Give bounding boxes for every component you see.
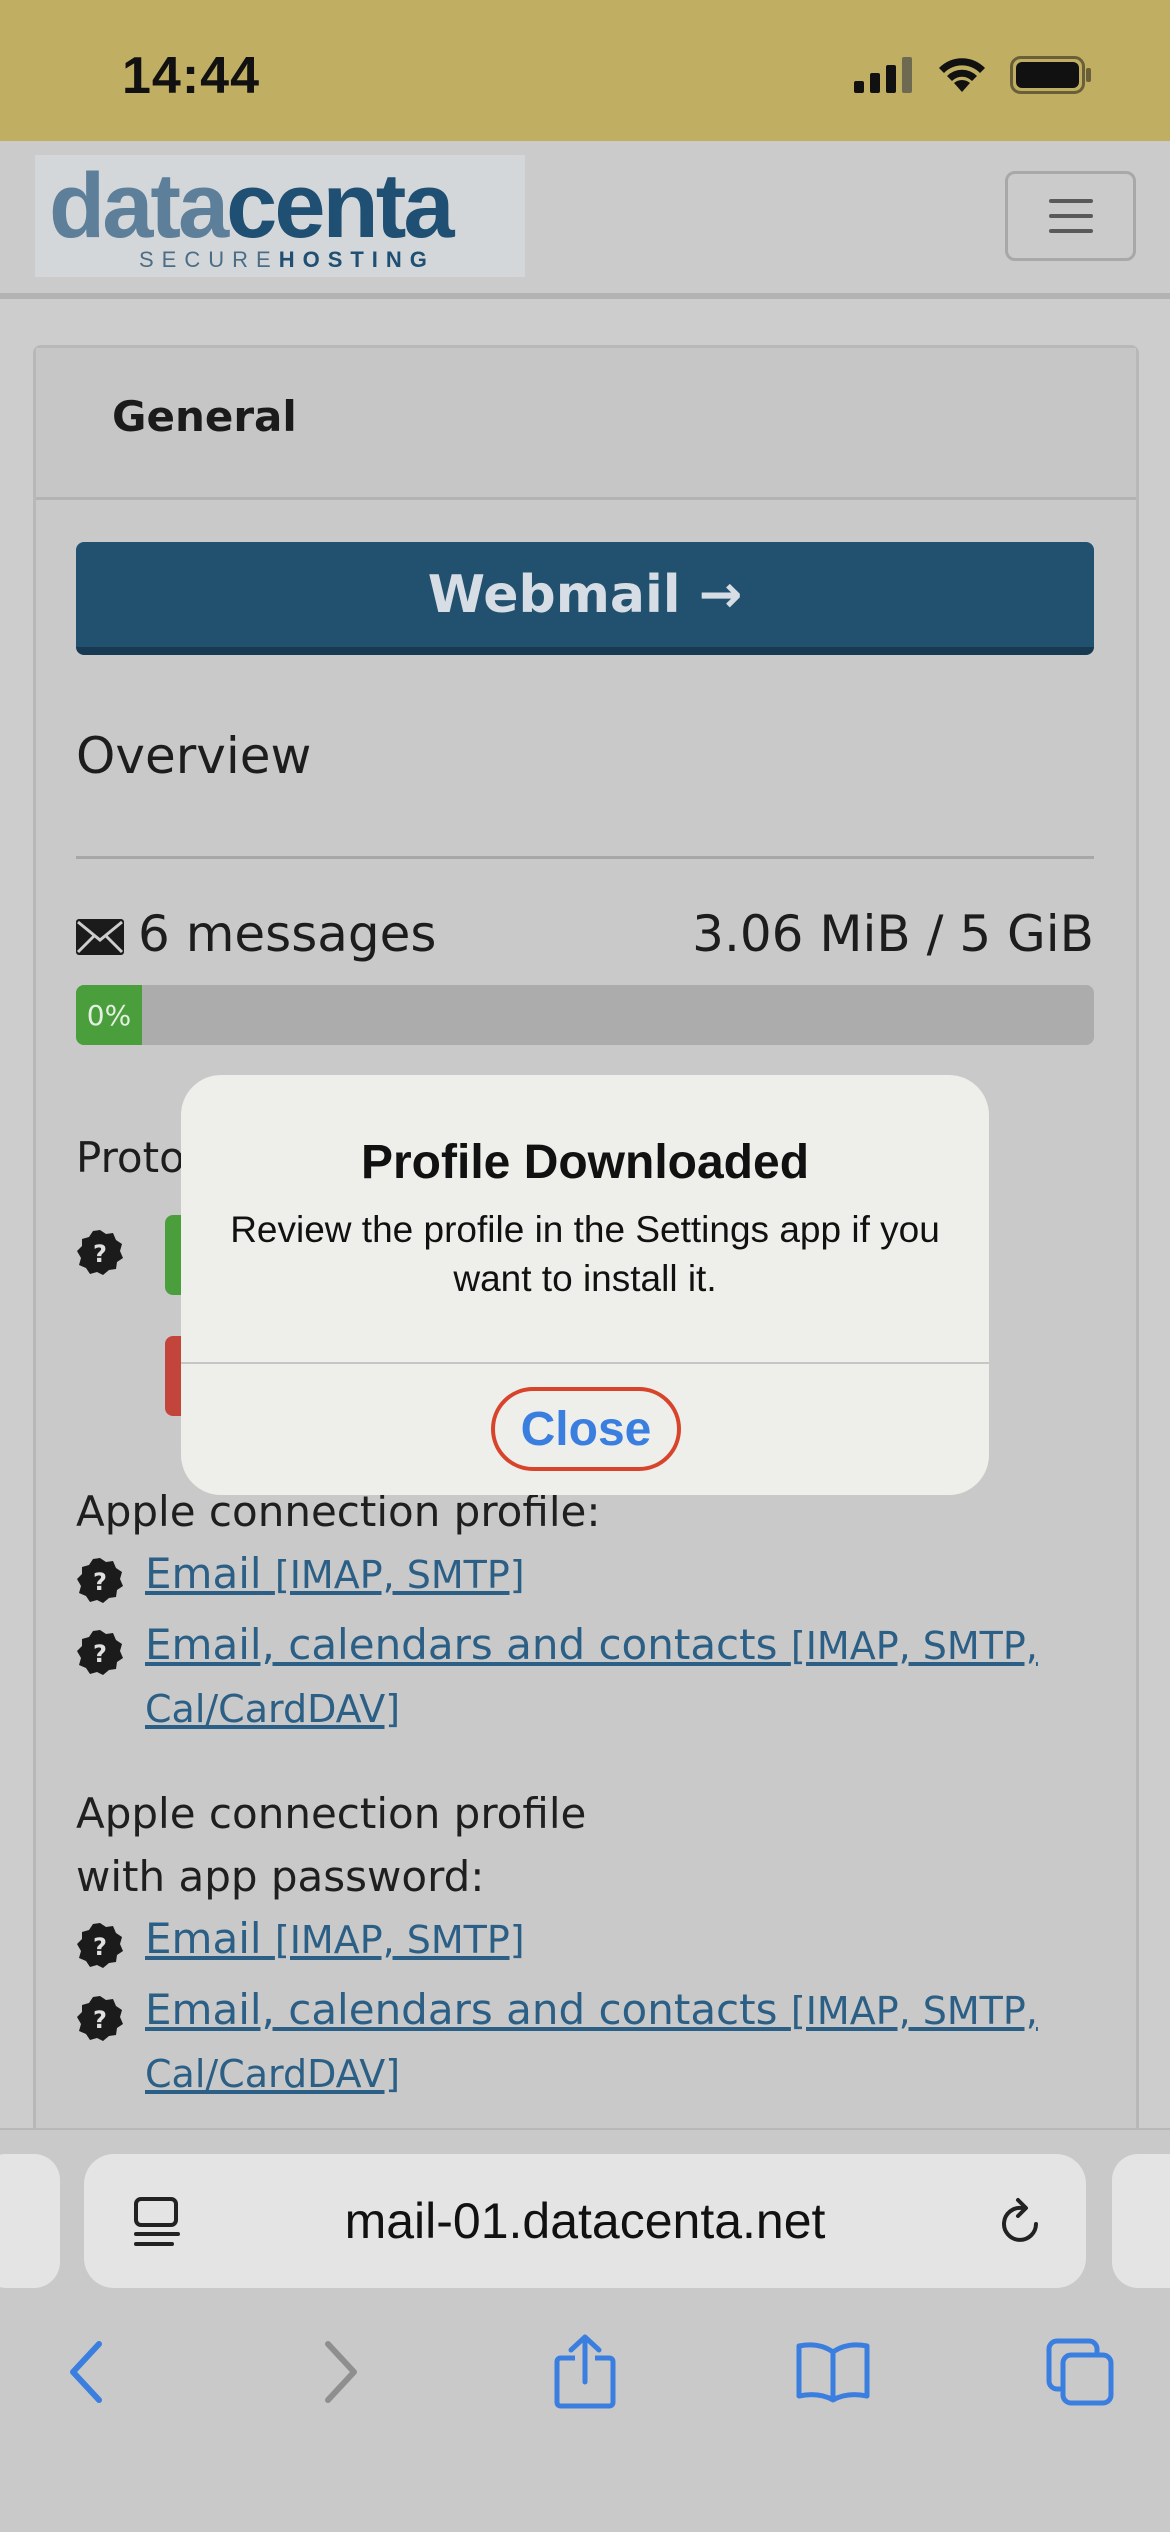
alert-divider	[181, 1362, 989, 1364]
back-button[interactable]	[37, 2322, 137, 2422]
previous-tab-peek[interactable]	[0, 2154, 60, 2288]
share-button[interactable]	[535, 2322, 635, 2422]
alert-close-button[interactable]: Close	[491, 1387, 681, 1471]
help-icon[interactable]: ?	[76, 1229, 124, 1277]
cellular-signal-icon	[854, 57, 912, 93]
alert-title: Profile Downloaded	[360, 1136, 810, 1189]
apple-profile-email-link[interactable]: Email [IMAP, SMTP]	[145, 1542, 525, 1607]
link-text: Email	[145, 1549, 262, 1598]
logo-tagline: SECUREHOSTING	[139, 247, 435, 273]
url-text: mail-01.datacenta.net	[344, 2193, 826, 2249]
wifi-icon	[939, 58, 985, 92]
book-icon	[796, 2342, 870, 2403]
quota-usage: 3.06 MiB / 5 GiB	[692, 905, 1094, 963]
bookmarks-button[interactable]	[783, 2322, 883, 2422]
link-text: Email	[145, 1914, 262, 1963]
logo-tag-secure: SECURE	[139, 247, 279, 272]
apple-profile-app-pw-label: Apple connection profile with app passwor…	[76, 1782, 586, 1908]
profile-downloaded-alert: Profile Downloaded Review the profile in…	[181, 1075, 989, 1495]
logo-word-centa: centa	[226, 155, 454, 257]
svg-text:?: ?	[93, 1240, 107, 1268]
link-protocols: [IMAP, SMTP]	[274, 1918, 525, 1962]
forward-button[interactable]	[290, 2322, 390, 2422]
card-header: General	[36, 348, 1136, 500]
tabs-button[interactable]	[1030, 2322, 1130, 2422]
link-protocols: Cal/CardDAV]	[145, 2052, 401, 2096]
help-icon[interactable]: ?	[76, 1557, 124, 1605]
quota-progress-label: 0%	[86, 998, 132, 1032]
status-time: 14:44	[122, 47, 260, 105]
quota-progress-bar: 0%	[76, 985, 1094, 1045]
address-bar[interactable]: mail-01.datacenta.net	[84, 2154, 1086, 2288]
help-icon[interactable]: ?	[76, 1629, 124, 1677]
apple-profile-full-link[interactable]: Email, calendars and contacts [IMAP, SMT…	[145, 1613, 1038, 1678]
svg-text:?: ?	[93, 1933, 107, 1961]
help-icon[interactable]: ?	[76, 1922, 124, 1970]
svg-text:?: ?	[93, 1568, 107, 1596]
label-line-2: with app password:	[76, 1852, 485, 1901]
apple-app-pw-full-link[interactable]: Email, calendars and contacts [IMAP, SMT…	[145, 1978, 1038, 2043]
protocols-label: Proto	[76, 1133, 185, 1182]
chevron-left-icon	[70, 2341, 102, 2403]
link-protocols: [IMAP, SMTP,	[790, 1624, 1038, 1668]
logo-word-data: data	[49, 155, 229, 257]
link-protocols: Cal/CardDAV]	[145, 1687, 401, 1731]
overview-heading: Overview	[76, 727, 312, 785]
datacenta-logo[interactable]: datacenta SECUREHOSTING	[35, 155, 525, 277]
mailbox-usage-row: 6 messages 3.06 MiB / 5 GiB	[76, 905, 1094, 965]
webmail-label: Webmail →	[427, 564, 743, 625]
link-text: Email, calendars and contacts	[145, 1985, 778, 2034]
label-line-1: Apple connection profile	[76, 1789, 587, 1838]
envelope-icon	[76, 919, 124, 955]
alert-message: Review the profile in the Settings app i…	[230, 1209, 940, 1299]
quota-progress-fill: 0%	[76, 985, 142, 1045]
logo-wordmark: datacenta	[49, 151, 455, 261]
divider	[76, 856, 1094, 859]
site-header: datacenta SECUREHOSTING	[0, 141, 1170, 299]
status-icons	[854, 56, 1092, 94]
chevron-right-icon	[325, 2341, 357, 2403]
message-count: 6 messages	[138, 905, 437, 963]
logo-tag-hosting: HOSTING	[278, 247, 435, 272]
next-tab-peek[interactable]	[1112, 2154, 1170, 2288]
svg-text:?: ?	[93, 2006, 107, 2034]
link-protocols: [IMAP, SMTP]	[274, 1553, 525, 1597]
help-icon[interactable]: ?	[76, 1995, 124, 2043]
card-title: General	[112, 392, 297, 441]
reload-icon[interactable]	[996, 2194, 1046, 2248]
share-icon	[554, 2334, 616, 2409]
menu-toggle-button[interactable]	[1005, 171, 1136, 261]
apple-profile-full-link-cont[interactable]: Cal/CardDAV]	[145, 1676, 400, 1741]
tabs-icon	[1046, 2338, 1114, 2406]
battery-icon	[1010, 56, 1091, 94]
svg-text:?: ?	[93, 1640, 107, 1668]
link-text: Email, calendars and contacts	[145, 1620, 778, 1669]
apple-app-pw-full-link-cont[interactable]: Cal/CardDAV]	[145, 2041, 400, 2106]
hamburger-icon	[1048, 199, 1093, 203]
link-protocols: [IMAP, SMTP,	[790, 1989, 1038, 2033]
status-bar: 14:44	[0, 0, 1170, 141]
apple-app-pw-email-link[interactable]: Email [IMAP, SMTP]	[145, 1907, 525, 1972]
browser-toolbar: mail-01.datacenta.net	[0, 2128, 1170, 2532]
webmail-button[interactable]: Webmail →	[76, 542, 1094, 655]
